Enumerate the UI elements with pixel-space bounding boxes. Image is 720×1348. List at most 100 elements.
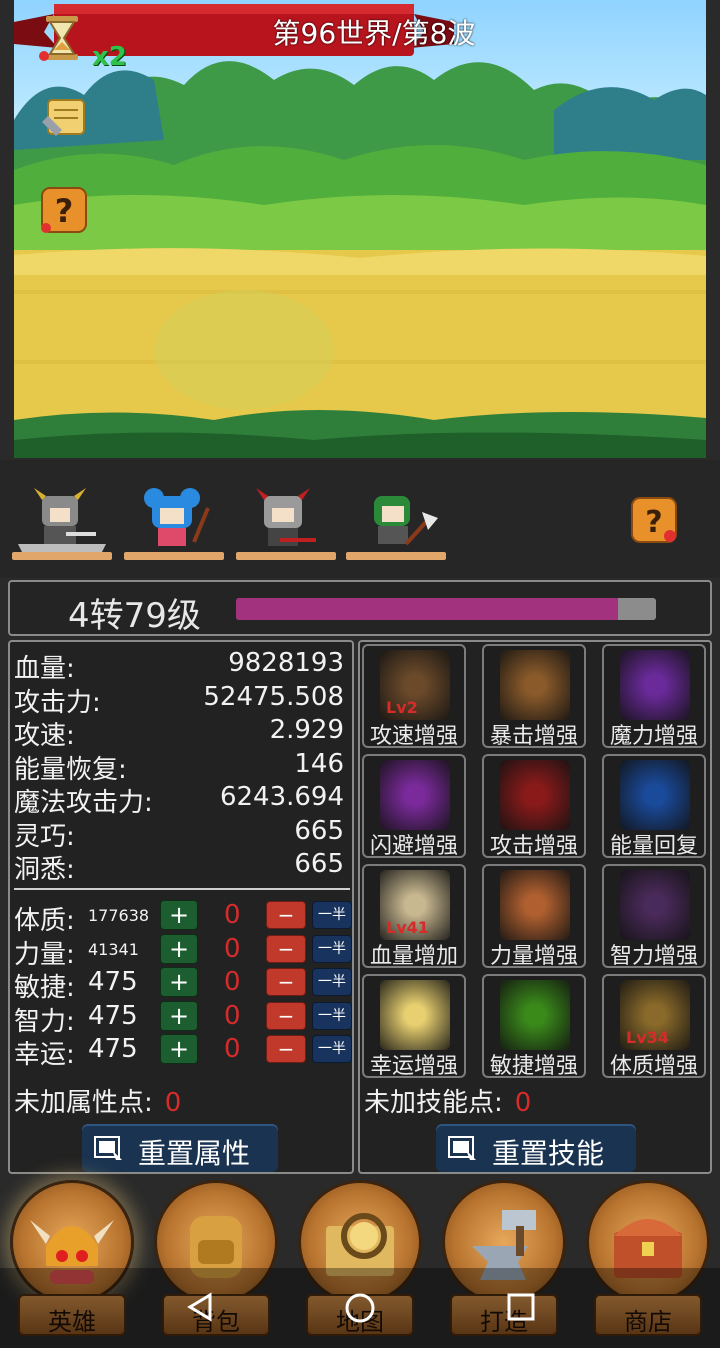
skill-name: 智力增强 — [609, 944, 698, 969]
attribute-row: 体质: 177638 +0− 一半 — [14, 900, 352, 936]
attribute-label: 智力: — [14, 1006, 75, 1037]
reset-skills-label: 重置技能 — [492, 1137, 605, 1170]
skill-slot[interactable]: 暴击增强 — [482, 644, 586, 749]
stat-label: 能量恢复: — [14, 754, 127, 785]
video-ad-icon — [448, 1136, 476, 1160]
hero-slot-3[interactable] — [236, 482, 336, 568]
svg-text:?: ? — [55, 192, 74, 230]
red-horned-knight-icon — [256, 488, 316, 546]
stat-label: 灵巧: — [14, 821, 75, 852]
skill-slot[interactable]: 能量回复 — [602, 754, 706, 859]
back-icon[interactable] — [186, 1292, 214, 1322]
red-spiral-icon — [500, 760, 570, 830]
skill-name: 力量增强 — [489, 944, 578, 969]
attribute-half-button[interactable]: 一半 — [312, 1035, 352, 1063]
stat-value: 146 — [294, 748, 344, 779]
reset-skills-button[interactable]: 重置技能 — [436, 1124, 636, 1172]
skill-name: 暴击增强 — [489, 724, 578, 749]
skill-name: 血量增加 — [369, 944, 458, 969]
attribute-plus-button[interactable]: + — [160, 900, 198, 930]
attribute-allocated-count: 0 — [224, 967, 241, 997]
stat-value: 2.929 — [269, 715, 344, 745]
skill-name: 攻击增强 — [489, 834, 578, 859]
skill-slot[interactable]: Lv41 血量增加 — [362, 864, 466, 969]
green-runner-icon — [500, 980, 570, 1050]
hero-slot-1[interactable] — [12, 482, 112, 568]
home-icon[interactable] — [344, 1292, 376, 1324]
stat-row: 能量恢复: 146 — [14, 748, 344, 785]
attribute-value: 475 — [88, 967, 138, 997]
attribute-minus-button[interactable]: − — [266, 1035, 306, 1063]
skill-name: 敏捷增强 — [489, 1054, 578, 1079]
stat-value: 665 — [294, 849, 344, 879]
attribute-minus-button[interactable]: − — [266, 1001, 306, 1030]
skill-slot[interactable]: 魔力增强 — [602, 644, 706, 749]
reset-attributes-label: 重置属性 — [138, 1137, 251, 1170]
hero-slot-2[interactable] — [124, 482, 224, 568]
attribute-row: 智力: 475 +0− 一半 — [14, 1000, 352, 1037]
help-icon[interactable]: ? — [630, 496, 678, 544]
attribute-allocated-count: 0 — [224, 1000, 241, 1031]
unassigned-attribute-label: 未加属性点: — [14, 1088, 153, 1118]
attribute-plus-button[interactable]: + — [160, 1034, 198, 1064]
hooded-mage-icon — [620, 870, 690, 940]
horned-knight-icon — [18, 488, 106, 560]
game-screen: 第96世界/第8波 x2 ? ? 4转79级 血量: 9828193 攻击力: … — [0, 0, 720, 1348]
hero-party-bar: ? — [0, 460, 720, 578]
green-hair-axeman-icon — [374, 496, 438, 546]
attribute-half-button[interactable]: 一半 — [312, 901, 352, 929]
unassigned-attribute-points: 未加属性点: 0 — [14, 1082, 181, 1119]
world-wave-title: 第96世界/第8波 — [272, 17, 476, 50]
unassigned-attribute-value: 0 — [164, 1088, 182, 1118]
stat-row: 攻击力: 52475.508 — [14, 681, 344, 718]
attribute-allocated-count: 0 — [224, 1034, 241, 1064]
skill-slot[interactable]: 敏捷增强 — [482, 974, 586, 1079]
attribute-label: 力量: — [14, 939, 75, 970]
level-label: 4转79级 — [68, 596, 201, 636]
stat-label: 攻速: — [14, 721, 75, 751]
stat-label: 血量: — [14, 654, 75, 684]
level-bar: 4转79级 — [8, 580, 712, 636]
quest-scroll-icon[interactable] — [38, 92, 90, 144]
skill-name: 体质增强 — [609, 1054, 698, 1079]
attribute-plus-button[interactable]: + — [160, 1000, 198, 1031]
unassigned-skill-label: 未加技能点: — [364, 1088, 503, 1118]
attribute-value: 475 — [88, 1000, 138, 1031]
attribute-half-button[interactable]: 一半 — [312, 968, 352, 996]
unassigned-skill-value: 0 — [514, 1088, 532, 1118]
stat-value: 9828193 — [228, 648, 344, 678]
skill-slot[interactable]: 闪避增强 — [362, 754, 466, 859]
help-icon[interactable]: ? — [38, 184, 90, 236]
skill-slot[interactable]: 智力增强 — [602, 864, 706, 969]
attribute-plus-button[interactable]: + — [160, 933, 198, 964]
stat-row: 攻速: 2.929 — [14, 715, 344, 751]
target-dagger-icon — [500, 650, 570, 720]
attribute-minus-button[interactable]: − — [266, 968, 306, 996]
attribute-half-button[interactable]: 一半 — [312, 1001, 352, 1030]
attribute-label: 幸运: — [14, 1040, 75, 1070]
skill-slot[interactable]: 攻击增强 — [482, 754, 586, 859]
stat-value: 6243.694 — [219, 782, 344, 812]
skill-slot[interactable]: 幸运增强 — [362, 974, 466, 1079]
speed-multiplier: x2 — [92, 42, 127, 72]
stats-panel: 血量: 9828193 攻击力: 52475.508 攻速: 2.929 能量恢复: 146 魔… — [8, 640, 354, 1174]
skill-level: Lv2 — [386, 698, 418, 717]
attribute-plus-button[interactable]: + — [160, 967, 198, 997]
attribute-minus-button[interactable]: − — [266, 934, 306, 963]
recents-icon[interactable] — [506, 1292, 536, 1322]
reset-attributes-button[interactable]: 重置属性 — [82, 1124, 278, 1172]
xp-progress-fill — [236, 598, 619, 620]
hero-slot-4[interactable] — [346, 482, 446, 568]
attribute-row: 幸运: 475 +0− 一半 — [14, 1034, 352, 1070]
skill-slot[interactable]: Lv2 攻速增强 — [362, 644, 466, 749]
stat-value: 52475.508 — [203, 681, 344, 712]
attribute-half-button[interactable]: 一半 — [312, 934, 352, 963]
skill-slot[interactable]: 力量增强 — [482, 864, 586, 969]
attribute-row: 敏捷: 475 +0− 一半 — [14, 967, 352, 1003]
attribute-value: 475 — [88, 1034, 138, 1064]
hourglass-speed-icon[interactable] — [36, 12, 88, 64]
attribute-label: 体质: — [14, 906, 75, 936]
attribute-minus-button[interactable]: − — [266, 901, 306, 929]
skill-slot[interactable]: Lv34 体质增强 — [602, 974, 706, 1079]
skill-level: Lv34 — [626, 1028, 669, 1047]
